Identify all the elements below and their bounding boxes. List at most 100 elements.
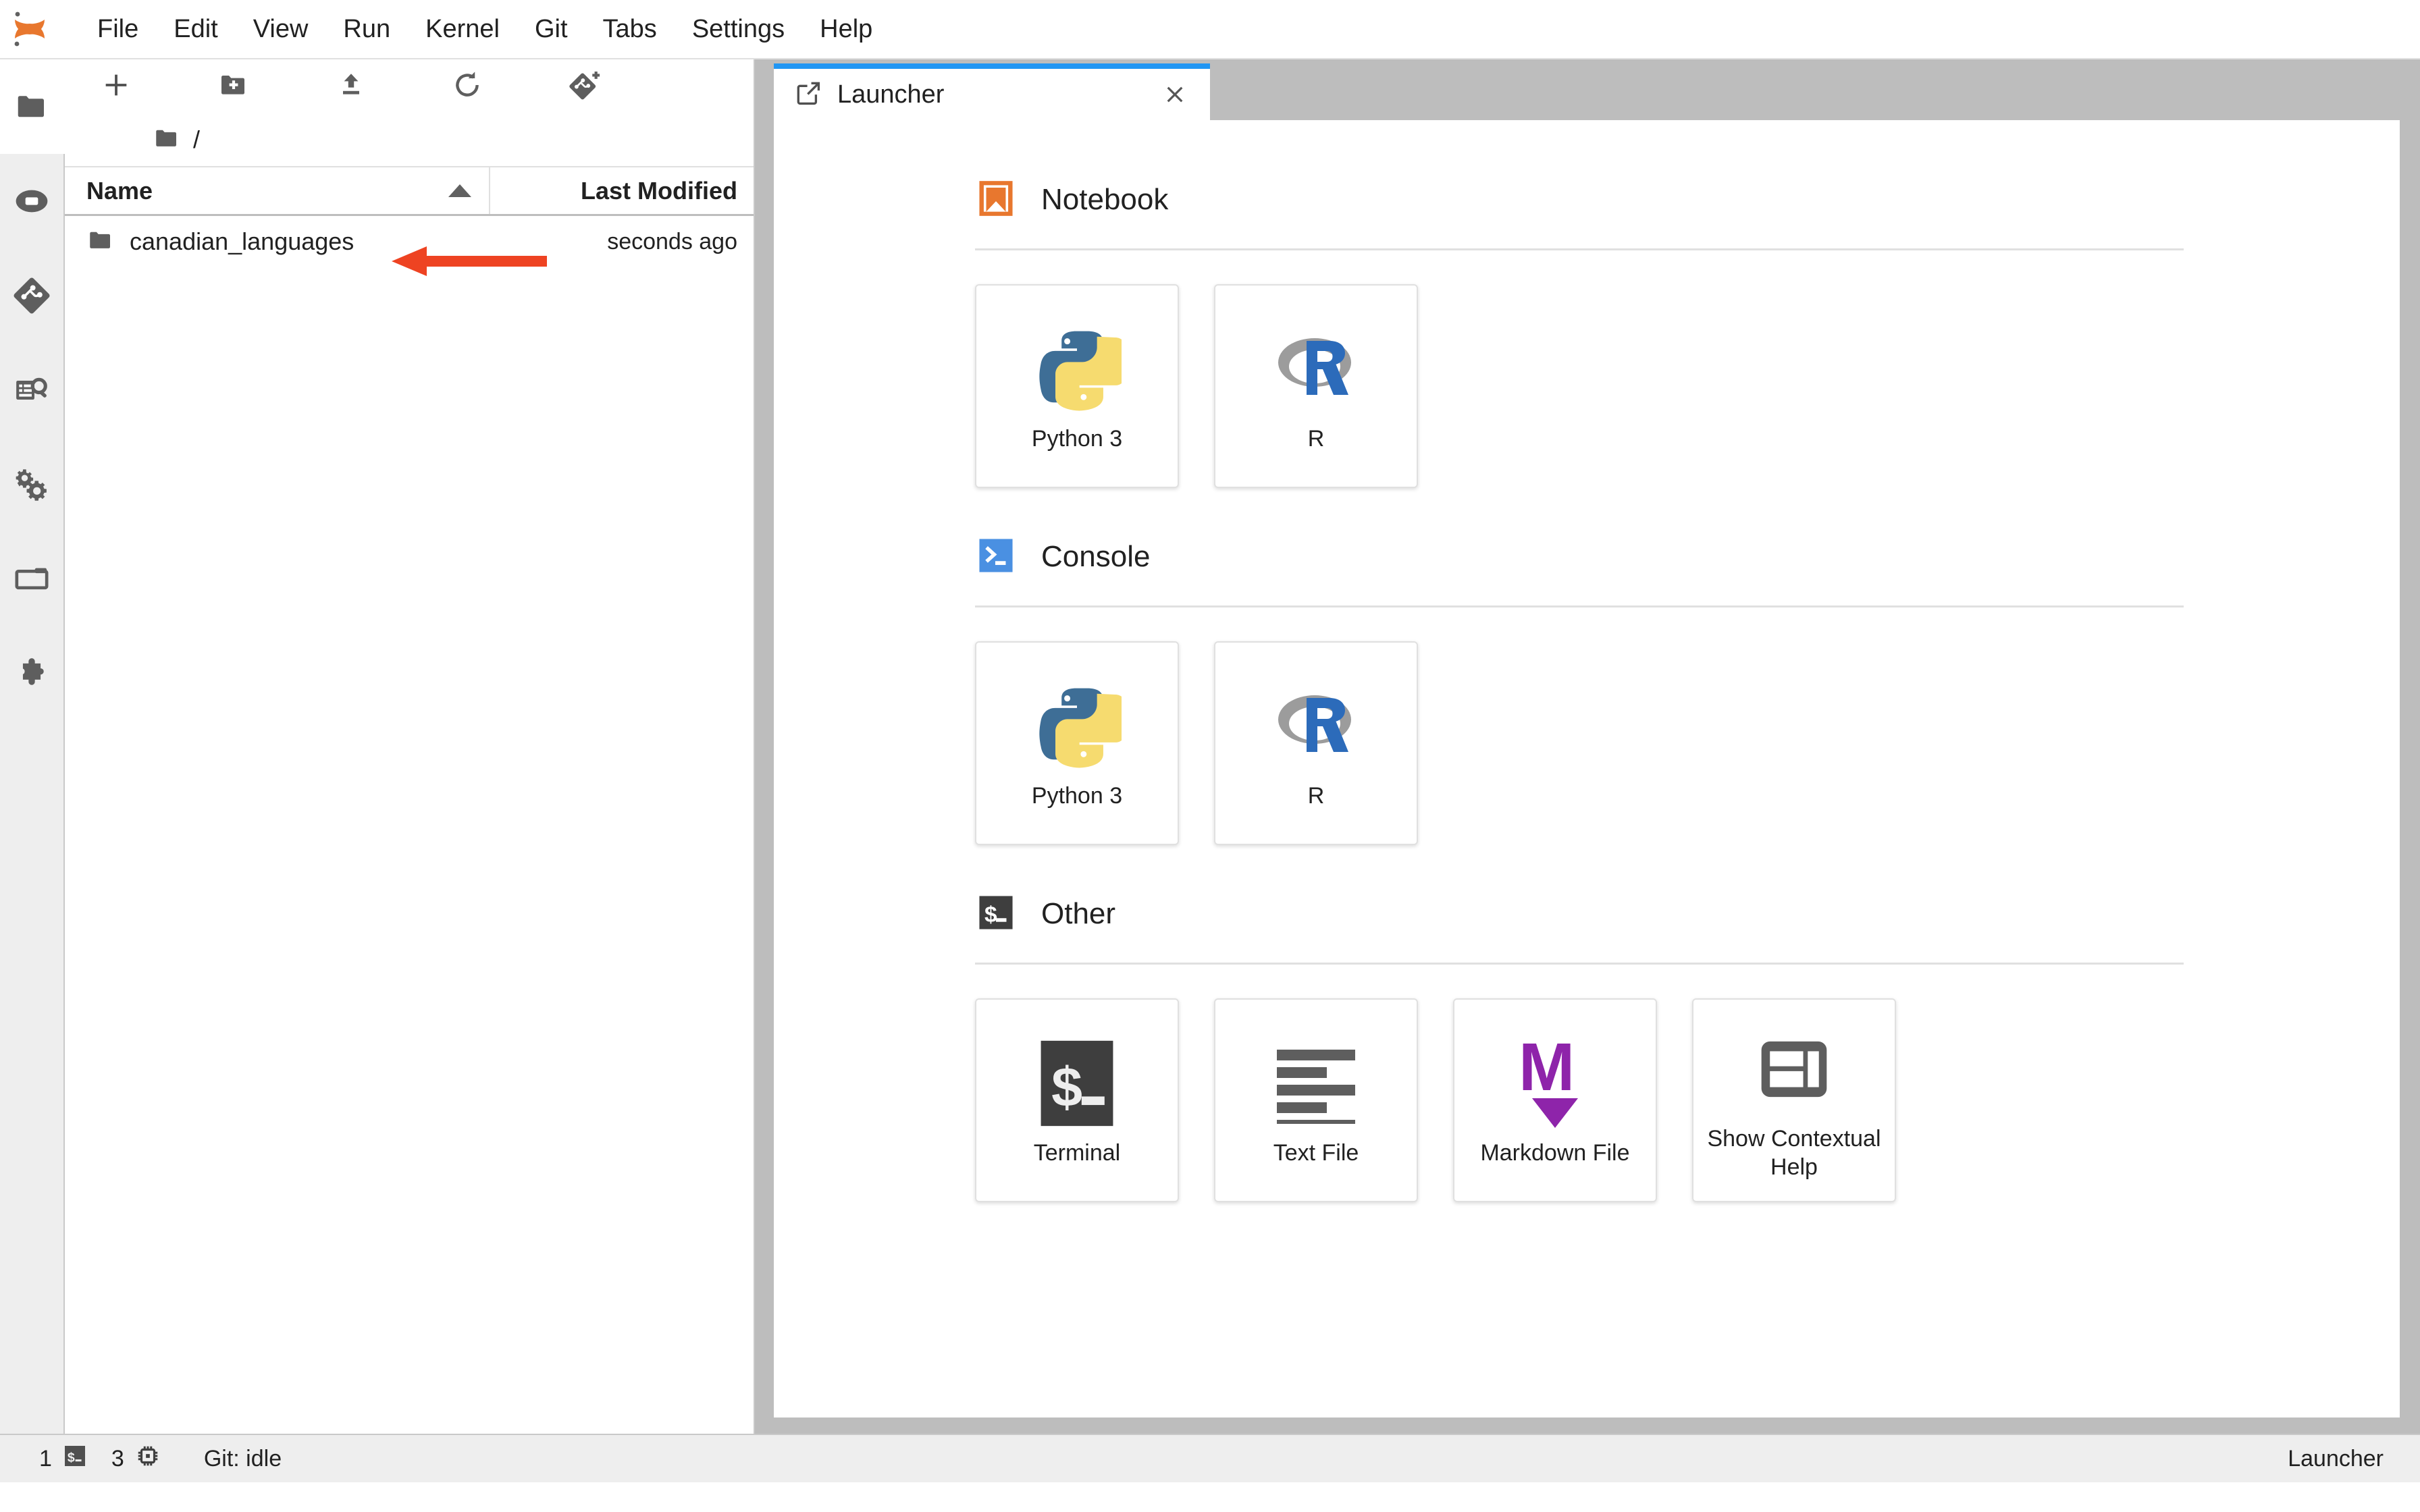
new-folder-button[interactable] — [196, 63, 271, 110]
r-logo-icon — [1266, 319, 1366, 419]
file-list-item-label: canadian_languages — [130, 227, 354, 255]
tab-launcher[interactable]: Launcher — [774, 63, 1210, 120]
refresh-icon — [450, 68, 484, 105]
new-launcher-button[interactable] — [78, 63, 154, 110]
terminal-icon: $ — [63, 1444, 87, 1474]
plus-icon — [101, 70, 132, 104]
folder-item-icon — [86, 226, 115, 258]
launcher-section-notebook: Notebook Python 3 R — [975, 169, 2184, 488]
refresh-filelist-button[interactable] — [429, 63, 505, 110]
menu-git[interactable]: Git — [517, 11, 585, 48]
breadcrumb[interactable]: / — [65, 113, 754, 166]
menu-tabs[interactable]: Tabs — [585, 11, 675, 48]
launcher-card-console-r[interactable]: R — [1214, 641, 1418, 845]
menu-bar: File Edit View Run Kernel Git Tabs Setti… — [0, 0, 2420, 59]
terminal-icon: $ — [1027, 1033, 1127, 1133]
file-list-header: Name Last Modified — [65, 166, 754, 216]
python-logo-icon — [1027, 676, 1127, 776]
file-browser-toolbar — [65, 59, 754, 113]
r-logo-icon — [1266, 676, 1366, 776]
status-terminal-count[interactable]: 1 $ — [27, 1434, 99, 1483]
git-status-label: Git: idle — [203, 1445, 282, 1472]
svg-text:$: $ — [1051, 1056, 1082, 1118]
column-header-last-modified[interactable]: Last Modified — [490, 167, 754, 214]
status-bar: 1 $ 3 Git: idle Launcher — [0, 1434, 2420, 1482]
tab-bar: Launcher — [774, 59, 2420, 120]
launcher-section-console-title: Console — [1041, 540, 1151, 573]
launcher-card-label: R — [1307, 782, 1325, 809]
launcher-console-cards: Python 3 R — [975, 608, 2184, 845]
extension-puzzle-icon — [13, 655, 51, 693]
tab-close-icon[interactable] — [1160, 80, 1190, 109]
sidebar-item-extension-manager[interactable] — [0, 626, 64, 721]
launcher-card-label: Text File — [1273, 1139, 1359, 1166]
launcher-notebook-cards: Python 3 R — [975, 250, 2184, 488]
markdown-icon: M — [1505, 1033, 1605, 1133]
menu-help[interactable]: Help — [802, 11, 890, 48]
launcher-card-label: Markdown File — [1480, 1139, 1630, 1166]
launcher-card-label: Python 3 — [1031, 425, 1123, 452]
launcher-content: Notebook Python 3 R Console Python 3 R $… — [975, 169, 2184, 1202]
folder-icon — [14, 88, 50, 125]
open-tabs-icon — [13, 560, 51, 598]
launcher-other-cards: $ Terminal Text File M Markdown File Sho… — [975, 965, 2184, 1202]
sidebar-item-file-browser[interactable] — [0, 59, 65, 154]
launcher-card-notebook-r[interactable]: R — [1214, 284, 1418, 488]
column-header-name[interactable]: Name — [65, 167, 490, 214]
launcher-section-other: $ Other $ Terminal Text File M Markdown … — [975, 883, 2184, 1202]
column-header-last-modified-label: Last Modified — [581, 176, 737, 205]
kernel-count-label: 3 — [111, 1445, 124, 1472]
menu-settings[interactable]: Settings — [675, 11, 802, 48]
main-dock-area: Launcher Notebook Python 3 R Console Pyt… — [755, 59, 2420, 1434]
breadcrumb-path: / — [193, 126, 201, 153]
file-browser-panel: / Name Last Modified canadian_languages … — [65, 59, 755, 1434]
launcher-card-label: Terminal — [1033, 1139, 1121, 1166]
running-terminals-icon — [13, 182, 51, 220]
git-clone-icon — [568, 68, 602, 105]
launcher-card-label: Python 3 — [1031, 782, 1123, 809]
menu-edit[interactable]: Edit — [156, 11, 235, 48]
launcher-panel: Notebook Python 3 R Console Python 3 R $… — [774, 120, 2400, 1418]
launcher-card-text-file[interactable]: Text File — [1214, 998, 1418, 1202]
launcher-body: Notebook Python 3 R Console Python 3 R $… — [774, 120, 2400, 1418]
sidebar-item-property-inspector[interactable] — [0, 437, 64, 532]
status-bar-left: 1 $ 3 Git: idle — [0, 1434, 294, 1483]
new-folder-icon — [217, 69, 250, 105]
status-kernel-count[interactable]: 3 — [99, 1434, 173, 1483]
launcher-section-console: Console Python 3 R — [975, 526, 2184, 845]
svg-text:$: $ — [984, 902, 997, 927]
status-active-widget[interactable]: Launcher — [2288, 1446, 2402, 1472]
menu-file[interactable]: File — [80, 11, 156, 48]
commands-icon — [13, 371, 51, 409]
svg-text:M: M — [1519, 1036, 1575, 1105]
terminal-icon: $ — [975, 892, 1017, 937]
launcher-section-console-header: Console — [975, 526, 2184, 588]
jupyter-logo-icon — [9, 7, 53, 51]
launcher-card-terminal[interactable]: $ Terminal — [975, 998, 1179, 1202]
sidebar-item-commands[interactable] — [0, 343, 64, 437]
launcher-section-other-title: Other — [1041, 897, 1116, 930]
contextual-help-icon — [1744, 1019, 1844, 1119]
git-clone-button[interactable] — [547, 63, 623, 110]
launcher-card-markdown-file[interactable]: M Markdown File — [1453, 998, 1657, 1202]
status-git-state[interactable]: Git: idle — [173, 1434, 294, 1483]
python-logo-icon — [1027, 319, 1127, 419]
column-header-name-label: Name — [86, 176, 153, 205]
launcher-card-label: Show Contextual Help — [1707, 1125, 1881, 1180]
launcher-card-show-contextual-help[interactable]: Show Contextual Help — [1692, 998, 1896, 1202]
file-list-item-canadian-languages[interactable]: canadian_languages seconds ago — [65, 216, 754, 267]
text-file-icon — [1266, 1033, 1366, 1133]
menu-run[interactable]: Run — [325, 11, 408, 48]
sort-ascending-icon — [448, 184, 471, 197]
sidebar-item-running-terminals[interactable] — [0, 154, 64, 248]
tab-launcher-label: Launcher — [837, 80, 945, 109]
launcher-card-console-python3[interactable]: Python 3 — [975, 641, 1179, 845]
left-activity-bar — [0, 59, 65, 1434]
menu-view[interactable]: View — [236, 11, 326, 48]
sidebar-item-open-tabs[interactable] — [0, 532, 64, 626]
upload-files-button[interactable] — [313, 63, 389, 110]
launcher-section-other-header: $ Other — [975, 883, 2184, 945]
sidebar-item-git[interactable] — [0, 248, 64, 343]
menu-kernel[interactable]: Kernel — [408, 11, 517, 48]
launcher-card-notebook-python3[interactable]: Python 3 — [975, 284, 1179, 488]
